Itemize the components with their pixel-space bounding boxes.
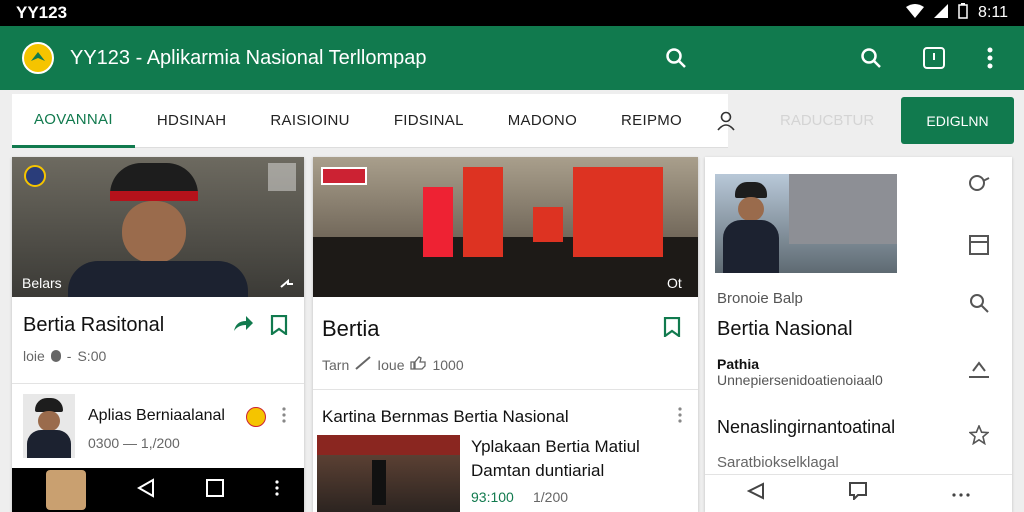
home-icon[interactable] (205, 478, 224, 502)
pin-icon (355, 356, 371, 373)
news-card-3[interactable]: Bronoie Balp Bertia Nasional Pathia Unne… (705, 157, 1012, 512)
live-badge (321, 167, 367, 185)
crowd-photo: Ot (313, 157, 698, 297)
bookmark-icon[interactable] (663, 317, 681, 337)
back-icon[interactable] (746, 481, 765, 505)
sub-title[interactable]: Aplias Berniaalanal (88, 407, 225, 425)
card-headline[interactable]: Nenaslingirnantoatinal (717, 417, 895, 438)
star-icon[interactable] (969, 425, 989, 445)
news-card-1[interactable]: Belars Bertia Rasitonal loie - S:00 Apli… (12, 157, 304, 512)
back-icon[interactable] (136, 477, 155, 503)
app-logo-icon (22, 42, 54, 74)
card-meta-label-2: Ioue (377, 356, 405, 373)
image-overlay-label: Ot (667, 275, 682, 291)
collapse-icon[interactable] (268, 163, 296, 191)
sub-meta: 0300 — 1,/200 (88, 435, 180, 451)
search-icon[interactable] (855, 42, 887, 74)
status-right: 8:11 (906, 2, 1008, 24)
bookmark-icon[interactable] (270, 315, 288, 335)
news-card-2[interactable]: Ot Bertia Tarn Ioue 1000 Kartina Bernmas… (313, 157, 698, 512)
card-footer: Saratbiokselklagal (717, 454, 839, 471)
card-kicker: Bronoie Balp (717, 290, 803, 307)
window-icon[interactable] (969, 235, 989, 255)
nav-bar (705, 474, 1012, 512)
tab-madono[interactable]: MADONO (486, 94, 599, 148)
app-title: YY123 - Aplikarmia Nasional Terllompap (70, 46, 427, 69)
tab-hdsinah[interactable]: HDSINAH (135, 94, 249, 148)
app-bar: YY123 - Aplikarmia Nasional Terllompap (0, 26, 1024, 90)
sub-line-1[interactable]: Yplakaan Bertia Matiul (471, 437, 640, 457)
card-meta-label: loie (23, 348, 45, 364)
sub-header[interactable]: Kartina Bernmas Bertia Nasional (322, 407, 569, 427)
share-icon[interactable] (232, 315, 254, 333)
card-title[interactable]: Bertia Rasitonal (23, 314, 164, 337)
chat-icon[interactable] (967, 173, 991, 193)
more-icon[interactable] (678, 407, 682, 428)
thumbnail-icon (45, 470, 86, 510)
status-bar: YY123 8:11 (0, 0, 1024, 26)
share-icon[interactable] (280, 275, 294, 294)
sub-text: Unnepiersenidoatienoiaal0 (717, 372, 883, 388)
card-meta-count: S:00 (77, 348, 107, 364)
search-icon[interactable] (660, 42, 692, 74)
chat-icon[interactable] (849, 481, 868, 505)
wifi-icon (906, 3, 925, 23)
window-icon[interactable] (918, 42, 950, 74)
card-divider (313, 389, 698, 390)
status-carrier: YY123 (16, 3, 68, 22)
status-time: 8:11 (978, 4, 1008, 21)
badge-icon (246, 407, 266, 427)
more-icon[interactable] (974, 42, 1006, 74)
officer-thumbnail (23, 394, 75, 458)
sub-meta-b: 1/200 (533, 489, 569, 505)
card-meta: Tarn Ioue 1000 (322, 356, 464, 373)
nav-bar (12, 468, 304, 512)
sub-meta-a: 93:100 (471, 489, 514, 505)
cta-button[interactable]: EDIGLNN (901, 97, 1014, 144)
card-meta: loie - S:00 (23, 348, 107, 364)
tab-fidsinal[interactable]: FIDSINAL (372, 94, 486, 148)
ghost-label: RADUCBTUR (780, 112, 875, 129)
card-title[interactable]: Bertia (322, 316, 379, 342)
card-meta-count: 1000 (432, 356, 464, 373)
image-overlay-label: Belars (22, 275, 62, 291)
view-icon (50, 350, 61, 362)
tab-bar: AOVANNAI HDSINAH RAISIOINU FIDSINAL MADO… (12, 94, 735, 148)
tab-aovannai[interactable]: AOVANNAI (12, 94, 135, 148)
sub-bold: Pathia (717, 356, 760, 372)
battery-icon (958, 2, 968, 24)
officer-photo: Belars (12, 157, 304, 297)
pin-icon[interactable] (967, 359, 991, 379)
more-icon[interactable] (282, 407, 286, 428)
building-photo (715, 174, 897, 273)
tab-reipmo[interactable]: REIPMO (599, 94, 704, 148)
card-title[interactable]: Bertia Nasional (717, 318, 853, 341)
search-icon[interactable] (969, 293, 989, 313)
sub-line-2[interactable]: Damtan duntiarial (471, 461, 604, 481)
more-icon[interactable] (274, 479, 279, 501)
hall-photo (317, 435, 460, 512)
emblem-icon (24, 165, 46, 187)
card-divider (12, 383, 304, 384)
signal-icon (934, 3, 949, 23)
tab-raisioinu[interactable]: RAISIOINU (248, 94, 371, 148)
user-icon[interactable] (716, 111, 736, 131)
more-icon[interactable] (952, 484, 970, 502)
like-icon (410, 356, 427, 373)
card-meta-label: Tarn (322, 356, 350, 373)
